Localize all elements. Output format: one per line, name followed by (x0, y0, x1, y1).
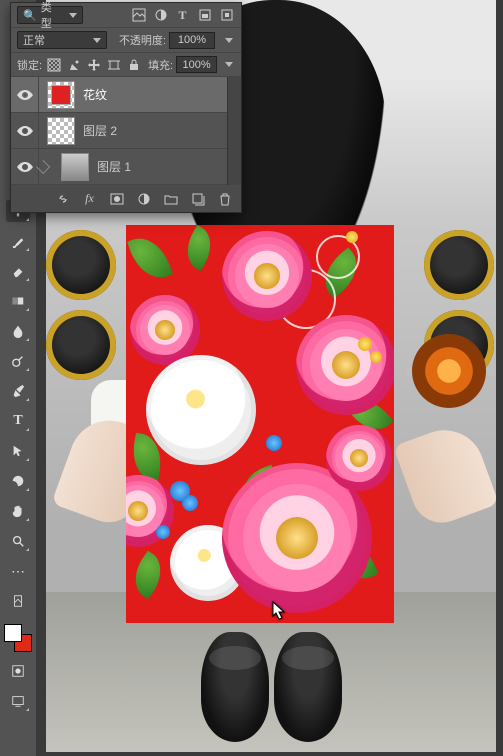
layers-panel: 🔍 类型 T 正常 不透明度: 100% 锁定: 填充: 100% (10, 2, 242, 213)
delete-layer-icon[interactable] (216, 190, 233, 207)
tool-extra[interactable] (6, 590, 30, 612)
edit-toolbar[interactable]: ⋯ (6, 560, 30, 582)
lock-fill-row: 锁定: 填充: 100% (11, 53, 241, 77)
layer-thumbnail[interactable] (47, 117, 75, 145)
color-swatches[interactable] (4, 624, 32, 652)
layer-row[interactable]: 花纹 (11, 77, 227, 113)
blend-opacity-row: 正常 不透明度: 100% (11, 28, 241, 53)
filter-type-label: 类型 (41, 0, 61, 31)
blend-mode-value: 正常 (23, 32, 45, 48)
path-select-tool[interactable] (6, 440, 30, 462)
fill-dd[interactable] (220, 56, 235, 73)
quick-mask-toggle[interactable] (6, 660, 30, 682)
lock-transparent-icon[interactable] (45, 56, 62, 73)
fill-input[interactable]: 100% (176, 56, 217, 73)
blur-tool[interactable] (6, 320, 30, 342)
search-icon: 🔍 (23, 9, 37, 22)
filter-adjust-icon[interactable] (152, 7, 169, 24)
photo-dumbbell (46, 310, 116, 380)
photo-shoe (274, 632, 342, 742)
floral-pattern-layer[interactable] (126, 225, 394, 623)
lock-image-icon[interactable] (65, 56, 82, 73)
layer-filter-row: 🔍 类型 T (11, 3, 241, 28)
layer-row[interactable]: 图层 1 (11, 149, 227, 185)
blend-mode-select[interactable]: 正常 (17, 31, 107, 49)
layers-list-container: 花纹 图层 2 图层 1 (11, 77, 241, 185)
eraser-tool[interactable] (6, 260, 30, 282)
shape-tool[interactable] (6, 470, 30, 492)
pen-tool[interactable] (6, 380, 30, 402)
lock-artboard-icon[interactable] (105, 56, 122, 73)
opacity-dd[interactable] (218, 32, 235, 49)
layer-thumbnail[interactable] (47, 81, 75, 109)
lock-position-icon[interactable] (85, 56, 102, 73)
filter-type-select[interactable]: 🔍 类型 (17, 6, 83, 24)
opacity-input[interactable]: 100% (169, 32, 215, 49)
layer-name[interactable]: 图层 1 (97, 158, 221, 175)
layers-bottom-bar: fx (11, 185, 241, 212)
group-icon[interactable] (162, 190, 179, 207)
zoom-tool[interactable] (6, 530, 30, 552)
brush-tool[interactable] (6, 230, 30, 252)
filter-pixel-icon[interactable] (130, 7, 147, 24)
fill-label: 填充: (148, 57, 173, 73)
layer-style-icon[interactable]: fx (81, 190, 98, 207)
filter-type-icon[interactable]: T (174, 7, 191, 24)
hand-tool[interactable] (6, 500, 30, 522)
layer-name[interactable]: 花纹 (83, 86, 221, 103)
chevron-right-icon[interactable] (36, 159, 50, 173)
layer-mask-icon[interactable] (108, 190, 125, 207)
dodge-tool[interactable] (6, 350, 30, 372)
link-layers-icon[interactable] (54, 190, 71, 207)
type-tool[interactable]: T (6, 410, 30, 432)
adjustment-layer-icon[interactable] (135, 190, 152, 207)
photo-dumbbell (424, 230, 494, 300)
photo-shoe (201, 632, 269, 742)
visibility-toggle[interactable] (11, 77, 39, 112)
gradient-tool[interactable] (6, 290, 30, 312)
foreground-color[interactable] (4, 624, 22, 642)
photo-arm (393, 419, 496, 531)
new-layer-icon[interactable] (189, 190, 206, 207)
layer-name[interactable]: 图层 2 (83, 122, 221, 139)
opacity-label: 不透明度: (119, 32, 166, 48)
filter-shape-icon[interactable] (196, 7, 213, 24)
photo-dumbbell (46, 230, 116, 300)
lock-all-icon[interactable] (125, 56, 142, 73)
screen-mode-toggle[interactable] (6, 690, 30, 712)
layer-row[interactable]: 图层 2 (11, 113, 227, 149)
photo-weight-disc (412, 334, 486, 408)
layers-scrollbar[interactable] (227, 77, 241, 185)
filter-smart-icon[interactable] (218, 7, 235, 24)
layer-thumbnail[interactable] (61, 153, 89, 181)
lock-label: 锁定: (17, 57, 42, 73)
visibility-toggle[interactable] (11, 113, 39, 148)
